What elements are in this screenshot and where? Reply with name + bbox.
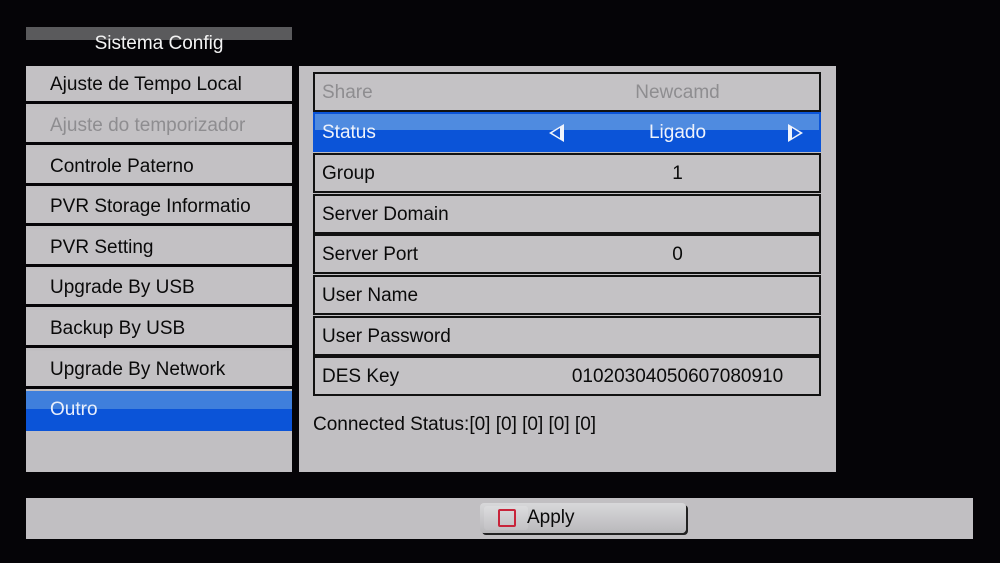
sidebar-menu: Ajuste de Tempo Local Ajuste do temporiz… [26,66,292,472]
setting-row-user-password[interactable]: User Password [313,316,821,356]
setting-row-status[interactable]: Status Ligado [313,112,821,152]
apply-label: Apply [527,507,575,528]
setting-value: 0 [672,244,683,265]
sidebar-item-outro[interactable]: Outro [26,391,292,431]
setting-row-user-name[interactable]: User Name [313,275,821,315]
setting-label: Share [322,82,373,103]
setting-row-des-key[interactable]: DES Key 01020304050607080910 [313,356,821,396]
red-square-icon [498,509,516,527]
apply-button[interactable]: Apply [480,503,686,533]
setting-row-server-domain[interactable]: Server Domain [313,194,821,234]
setting-label: User Name [322,285,419,306]
setting-value: 01020304050607080910 [571,366,784,387]
setting-label: Server Domain [322,204,449,225]
bottom-bar: Apply [26,498,973,539]
setting-label: User Password [322,326,451,347]
sidebar-item-upgrade-by-network[interactable]: Upgrade By Network [26,351,292,389]
setting-label: Status [322,122,376,143]
page-title: Sistema Config [94,33,224,54]
connected-status: Connected Status:[0] [0] [0] [0] [0] [313,414,597,435]
sidebar-item-ajuste-do-temporizador[interactable]: Ajuste do temporizador [26,107,292,145]
setting-label: Server Port [322,244,419,265]
sidebar-item-pvr-storage-information[interactable]: PVR Storage Informatio [26,188,292,226]
settings-panel: Share Newcamd Status Ligado Group 1 Serv… [299,66,836,472]
sidebar-item-upgrade-by-usb[interactable]: Upgrade By USB [26,269,292,307]
setting-value: 1 [672,163,683,184]
setting-row-share[interactable]: Share Newcamd [313,72,821,112]
setting-label: Group [322,163,375,184]
arrow-right-icon[interactable] [788,124,803,142]
sidebar-item-backup-by-usb[interactable]: Backup By USB [26,310,292,348]
red-key-hint [484,506,528,530]
setting-row-server-port[interactable]: Server Port 0 [313,234,821,274]
setting-value: Newcamd [635,82,720,103]
sidebar-item-controle-paterno[interactable]: Controle Paterno [26,148,292,186]
setting-label: DES Key [322,366,400,387]
sidebar-item-ajuste-de-tempo-local[interactable]: Ajuste de Tempo Local [26,66,292,104]
setting-row-group[interactable]: Group 1 [313,153,821,193]
sidebar-item-pvr-setting[interactable]: PVR Setting [26,229,292,267]
